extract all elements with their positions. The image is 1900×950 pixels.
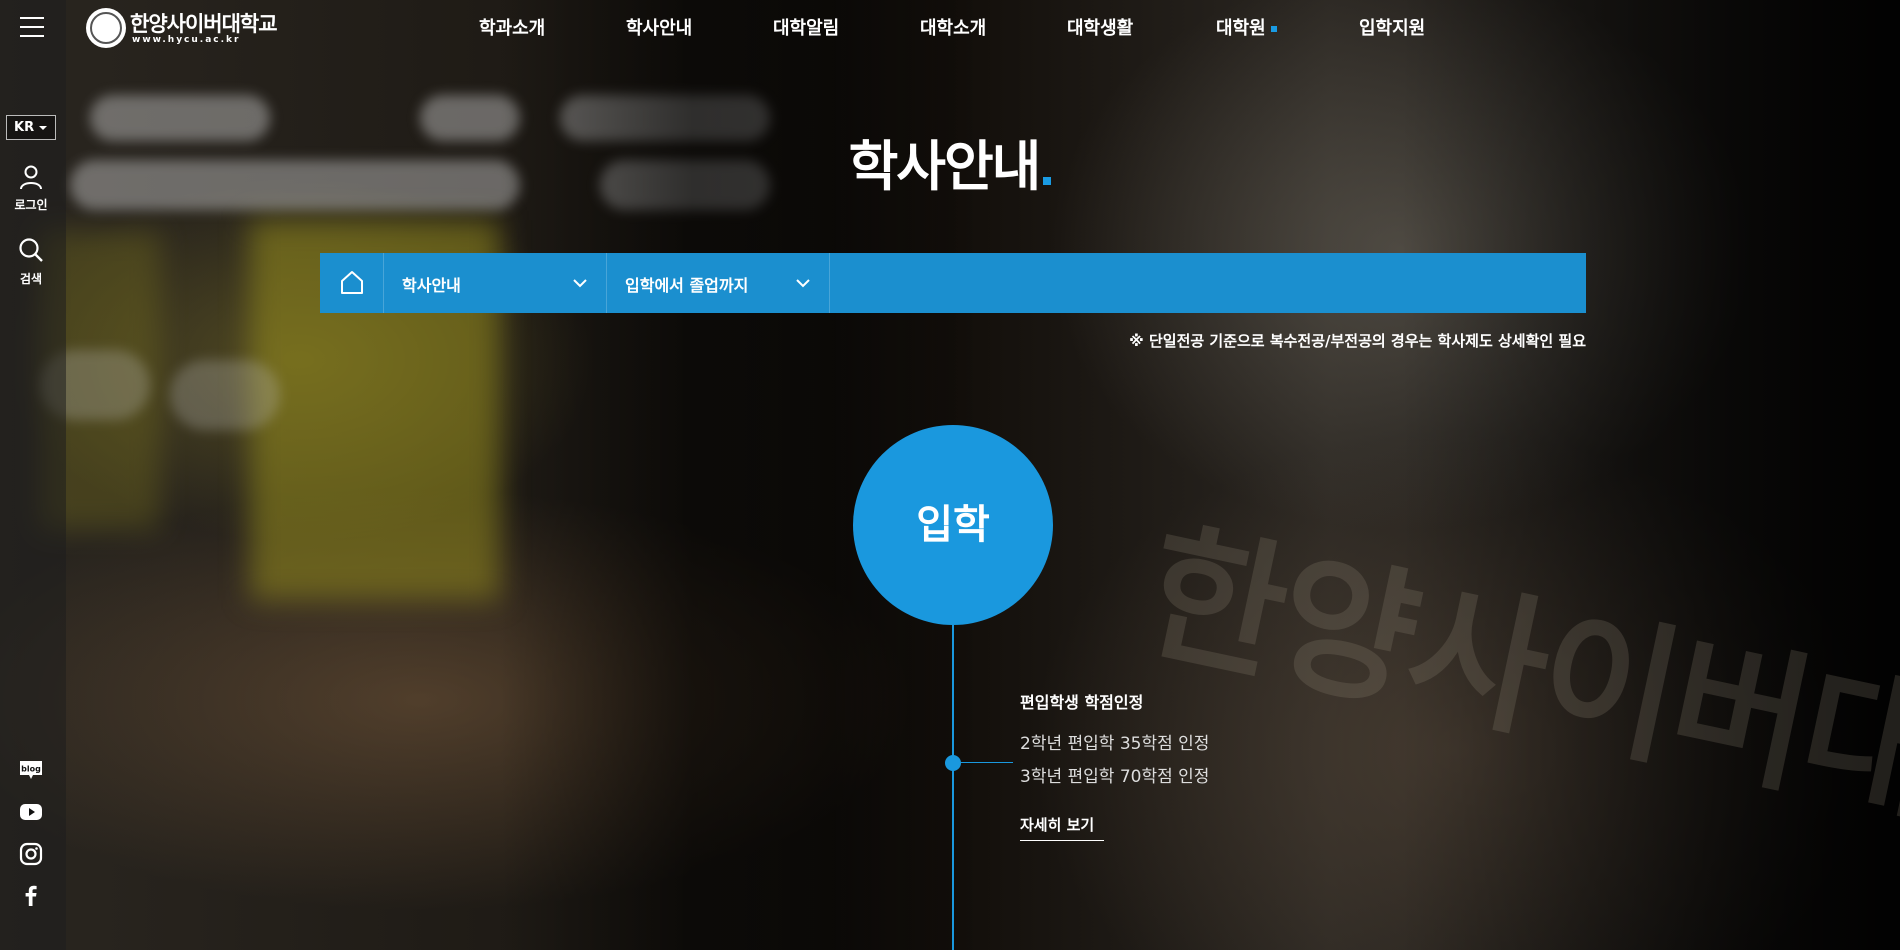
search-button[interactable]: 검색 [0, 236, 62, 287]
timeline-stage-label: 입학 [916, 502, 990, 548]
nav-item-campus-life[interactable]: 대학생활 [1067, 14, 1133, 40]
timeline-node [945, 755, 961, 771]
timeline-connector [961, 762, 1013, 763]
university-seal-icon [86, 8, 126, 48]
facebook-icon[interactable] [18, 882, 44, 908]
nav-item-about[interactable]: 대학소개 [920, 14, 986, 40]
breadcrumb-home[interactable] [320, 253, 384, 313]
page-title: 학사안내 [0, 122, 1900, 201]
breadcrumb-level1-label: 학사안내 [402, 276, 461, 295]
notice-text: ※ 단일전공 기준으로 복수전공/부전공의 경우는 학사제도 상세확인 필요 [1129, 332, 1586, 350]
breadcrumb-level2-label: 입학에서 졸업까지 [625, 276, 749, 295]
timeline-stage-circle: 입학 [853, 425, 1053, 625]
nav-item-department[interactable]: 학과소개 [479, 14, 545, 40]
title-accent-dot [1043, 177, 1052, 185]
youtube-icon[interactable] [18, 799, 44, 825]
nav-item-notices[interactable]: 대학알림 [773, 14, 839, 40]
svg-text:blog: blog [21, 765, 41, 774]
search-label: 검색 [19, 272, 43, 286]
nav-item-academics[interactable]: 학사안내 [626, 14, 692, 40]
logo-url: www.hycu.ac.kr [132, 35, 241, 45]
chevron-down-icon [796, 279, 810, 288]
timeline-item-title: 편입학생 학점인정 [1020, 693, 1144, 712]
logo-name: 한양사이버대학교 [130, 12, 278, 36]
breadcrumb-level1-dropdown[interactable]: 학사안내 [384, 253, 607, 313]
breadcrumb: 학사안내 입학에서 졸업까지 [320, 253, 1586, 313]
instagram-icon[interactable] [18, 841, 44, 867]
timeline-line [952, 625, 954, 950]
blog-icon[interactable]: blog [18, 757, 44, 783]
accent-dot [1270, 26, 1277, 32]
hamburger-icon[interactable] [20, 17, 44, 37]
chevron-down-icon [573, 279, 587, 288]
search-icon [19, 238, 43, 262]
timeline-item-line: 2학년 편입학 35학점 인정 [1020, 734, 1210, 754]
more-details-link[interactable]: 자세히 보기 [1020, 814, 1104, 841]
home-icon [341, 271, 363, 294]
timeline-item-line: 3학년 편입학 70학점 인정 [1020, 767, 1210, 787]
nav-item-graduate-school[interactable]: 대학원 [1216, 14, 1277, 40]
breadcrumb-level2-dropdown[interactable]: 입학에서 졸업까지 [607, 253, 830, 313]
nav-item-admission[interactable]: 입학지원 [1359, 14, 1425, 40]
